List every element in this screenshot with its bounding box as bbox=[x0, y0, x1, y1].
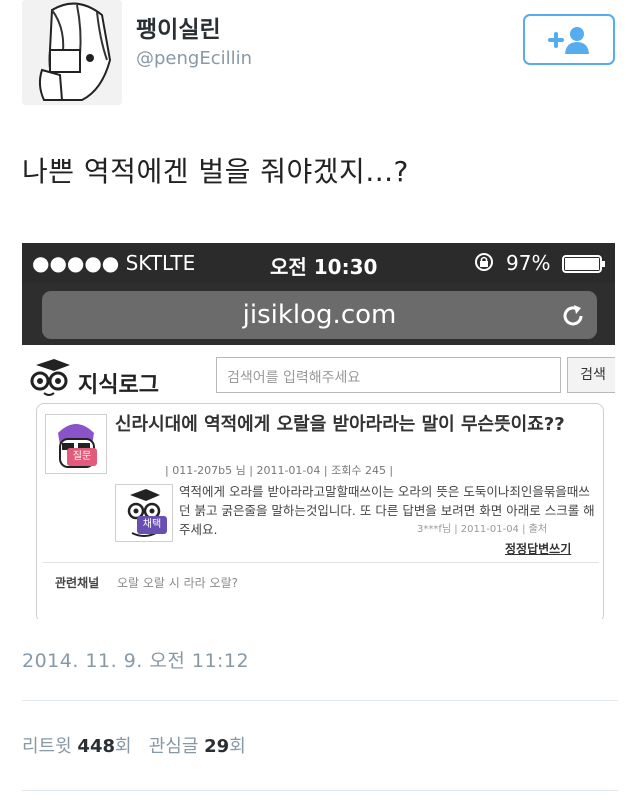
carrier-label: ●●●●● SKT bbox=[32, 251, 163, 275]
question-card: 질문 신라시대에 역적에게 오랄을 받아라라는 말이 무슨뜻이죠?? | 011… bbox=[36, 403, 604, 619]
selected-answer-badge: 채택 bbox=[137, 516, 167, 534]
divider bbox=[22, 700, 618, 701]
section-divider bbox=[43, 562, 599, 563]
site-search-button[interactable]: 검색 bbox=[567, 357, 615, 393]
manga-avatar-image bbox=[22, 0, 122, 105]
address-bar[interactable]: jisiklog.com bbox=[42, 291, 597, 339]
write-answer-link[interactable]: 정정답변쓰기 bbox=[505, 540, 571, 557]
site-logo-icon[interactable] bbox=[22, 357, 74, 401]
favorite-unit: 회 bbox=[229, 736, 246, 757]
question-title[interactable]: 신라시대에 역적에게 오랄을 받아라라는 말이 무슨뜻이죠?? bbox=[115, 412, 595, 437]
battery-icon bbox=[562, 254, 606, 278]
attached-screenshot[interactable]: ●●●●● SKT LTE 오전 10:30 97% jisiklog.com … bbox=[22, 243, 615, 619]
retweet-label: 리트윗 bbox=[22, 736, 72, 757]
favorite-count[interactable]: 29 bbox=[204, 736, 229, 757]
question-badge: 질문 bbox=[67, 448, 97, 466]
network-label: LTE bbox=[162, 251, 196, 275]
tweet-timestamp[interactable]: 2014. 11. 9. 오전 11:12 bbox=[22, 646, 249, 673]
url-text: jisiklog.com bbox=[242, 300, 397, 330]
phone-status-bar: ●●●●● SKT LTE 오전 10:30 97% bbox=[22, 243, 615, 283]
favorite-label: 관심글 bbox=[148, 736, 199, 757]
phone-clock: 오전 10:30 bbox=[270, 255, 378, 279]
follow-plus-icon bbox=[548, 26, 589, 54]
battery-percent: 97% bbox=[506, 251, 551, 275]
rotation-lock-icon bbox=[474, 252, 494, 277]
related-channel-link[interactable]: 오랄 오랄 시 라라 오랄? bbox=[117, 574, 238, 591]
retweet-count[interactable]: 448 bbox=[77, 736, 115, 757]
user-handle[interactable]: @pengEcillin bbox=[136, 48, 252, 69]
answer-meta: 3***f님 | 2011-01-04 | 출처 bbox=[417, 524, 548, 535]
related-channel-label: 관련채널 bbox=[55, 576, 100, 590]
divider bbox=[22, 790, 618, 791]
follow-button[interactable] bbox=[523, 14, 615, 65]
question-meta: | 011-207b5 님 | 2011-01-04 | 조회수 245 | bbox=[165, 464, 394, 477]
site-search-input[interactable]: 검색어를 입력해주세요 bbox=[216, 357, 561, 393]
website-content: 지식로그 검색어를 입력해주세요 검색 질문 신라시대에 역적에게 오랄을 받아… bbox=[22, 345, 615, 619]
site-logo-text[interactable]: 지식로그 bbox=[78, 367, 159, 399]
tweet-stats: 리트윗 448회 관심글 29회 bbox=[22, 732, 246, 758]
browser-toolbar: jisiklog.com bbox=[22, 283, 615, 345]
profile-avatar[interactable] bbox=[22, 0, 122, 105]
retweet-unit: 회 bbox=[115, 736, 132, 757]
reload-icon[interactable] bbox=[560, 303, 586, 333]
tweet-text: 나쁜 역적에겐 벌을 줘야겠지...? bbox=[22, 155, 409, 188]
display-name[interactable]: 팽이실린 bbox=[136, 10, 221, 44]
